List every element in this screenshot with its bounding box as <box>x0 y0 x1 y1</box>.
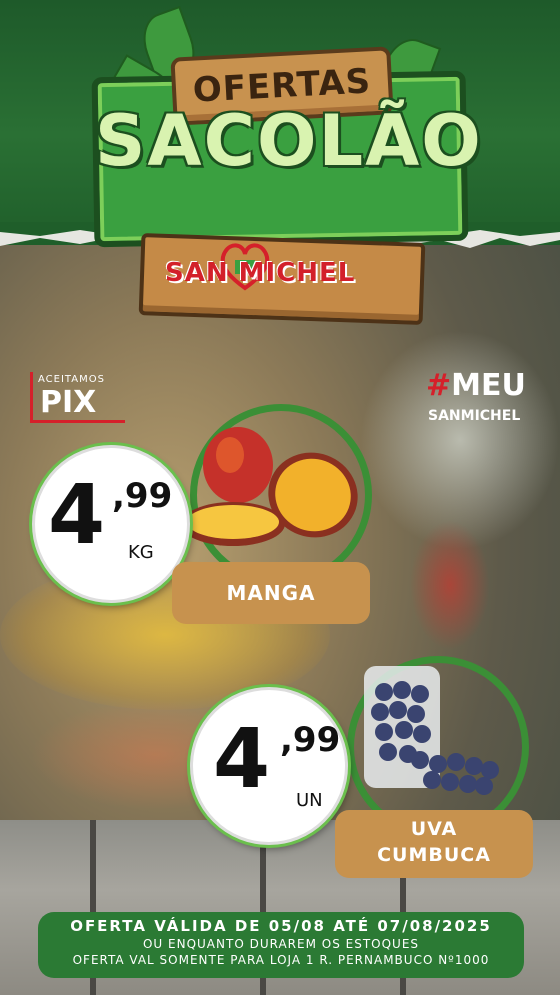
hashtag-badge: #MEU <box>426 368 526 403</box>
offer-validity: OFERTA VÁLIDA DE 05/08 ATÉ 07/08/2025 <box>70 917 492 935</box>
hashtag-sub: SANMICHEL <box>428 408 521 424</box>
grape-image <box>364 666 499 795</box>
hashtag-word: MEU <box>451 368 526 403</box>
grape-label-line2: CUMBUCA <box>377 844 491 866</box>
grape-price-decimal: ,99 <box>280 720 341 760</box>
hash-symbol: # <box>426 368 452 403</box>
grape-price-unit: UN <box>296 790 323 811</box>
mango-price-unit: KG <box>128 542 154 563</box>
grape-label: UVA CUMBUCA <box>335 810 533 878</box>
mango-label: MANGA <box>172 562 370 624</box>
grape-label-line1: UVA <box>410 818 458 840</box>
mango-price-decimal: ,99 <box>112 476 173 516</box>
background-light-blur <box>360 330 560 550</box>
mango-price-integer: 4 <box>48 468 106 563</box>
mango-image <box>181 427 358 546</box>
brand-logo: SAN MICHEL <box>165 258 356 288</box>
page-title: SACOLÃO <box>95 100 483 182</box>
grape-price-integer: 4 <box>213 712 271 807</box>
stock-note: OU ENQUANTO DURAREM OS ESTOQUES <box>142 937 420 951</box>
pix-badge: PIX <box>40 385 97 420</box>
store-note: OFERTA VAL SOMENTE PARA LOJA 1 R. PERNAM… <box>72 953 490 967</box>
pix-caption: ACEITAMOS <box>38 374 105 385</box>
footer-banner: OFERTA VÁLIDA DE 05/08 ATÉ 07/08/2025 OU… <box>38 912 524 978</box>
flyer: OFERTAS SACOLÃO SAN MICHEL ACEITAMOS PIX… <box>0 0 560 995</box>
background-person-blur <box>410 520 490 650</box>
